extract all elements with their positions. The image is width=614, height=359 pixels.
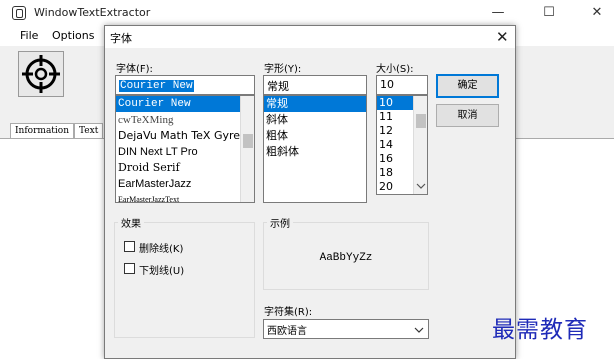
- style-item-bold[interactable]: 粗体: [264, 128, 366, 144]
- font-listbox[interactable]: Courier New cwTeXMing DejaVu Math TeX Gy…: [115, 95, 255, 203]
- ok-button[interactable]: 确定: [436, 74, 499, 98]
- underline-label: 下划线(U): [139, 266, 185, 277]
- charset-label: 字符集(R):: [264, 307, 313, 318]
- style-item-italic[interactable]: 斜体: [264, 112, 366, 128]
- effects-group: [114, 222, 255, 338]
- font-item-earmasterjazz[interactable]: EarMasterJazz: [116, 176, 254, 192]
- font-name-value: Courier New: [119, 80, 194, 92]
- font-name-input[interactable]: Courier New: [115, 75, 255, 95]
- close-button[interactable]: ✕: [574, 0, 614, 28]
- tab-text[interactable]: Text: [74, 123, 104, 138]
- font-item-cwtexming[interactable]: cwTeXMing: [116, 112, 254, 128]
- font-label: 字体(F):: [116, 64, 153, 75]
- size-label: 大小(S):: [376, 64, 414, 75]
- strikeout-checkbox[interactable]: [124, 241, 135, 252]
- minimize-button[interactable]: —: [475, 0, 521, 28]
- font-item-dejavu-math[interactable]: DejaVu Math TeX Gyre: [116, 128, 254, 144]
- font-item-earmasterjazztext[interactable]: EarMasterJazzText: [116, 192, 254, 202]
- strikeout-label: 删除线(K): [139, 244, 184, 255]
- font-size-input[interactable]: 10: [376, 75, 428, 95]
- app-icon: [12, 6, 26, 20]
- font-item-din-next[interactable]: DIN Next LT Pro: [116, 144, 254, 160]
- style-item-regular[interactable]: 常规: [264, 96, 366, 112]
- maximize-button[interactable]: ☐: [526, 0, 572, 28]
- menu-options[interactable]: Options: [52, 29, 94, 42]
- chevron-down-icon[interactable]: [416, 182, 426, 190]
- menu-file[interactable]: File: [20, 29, 38, 42]
- charset-select[interactable]: 西欧语言: [263, 319, 429, 339]
- tab-information[interactable]: Information: [10, 123, 75, 138]
- watermark: 最需教育: [492, 317, 588, 343]
- effects-label: 效果: [118, 215, 144, 230]
- font-scroll-thumb[interactable]: [243, 134, 253, 148]
- style-listbox[interactable]: 常规 斜体 粗体 粗斜体: [263, 95, 367, 203]
- dialog-title: 字体: [110, 32, 132, 45]
- font-item-courier-new[interactable]: Courier New: [116, 96, 254, 112]
- target-button[interactable]: [18, 51, 64, 97]
- size-scroll-thumb[interactable]: [416, 114, 426, 128]
- underline-checkbox[interactable]: [124, 263, 135, 274]
- font-list-scrollbar[interactable]: [240, 96, 254, 202]
- crosshair-icon: [22, 55, 60, 93]
- size-list-scrollbar[interactable]: [413, 96, 427, 194]
- charset-value: 西欧语言: [267, 326, 307, 337]
- style-item-bold-italic[interactable]: 粗斜体: [264, 144, 366, 160]
- font-style-input[interactable]: 常规: [263, 75, 367, 95]
- app-title: WindowTextExtractor: [34, 6, 151, 19]
- font-item-droid-serif[interactable]: Droid Serif: [116, 160, 254, 176]
- sample-label: 示例: [267, 215, 293, 230]
- style-label: 字形(Y):: [264, 64, 302, 75]
- dialog-close-button[interactable]: ✕: [496, 28, 509, 46]
- chevron-down-icon: [414, 327, 424, 333]
- cancel-button[interactable]: 取消: [436, 104, 499, 127]
- sample-preview-text: AaBbYyZz: [319, 252, 373, 264]
- dialog-titlebar: [105, 26, 515, 48]
